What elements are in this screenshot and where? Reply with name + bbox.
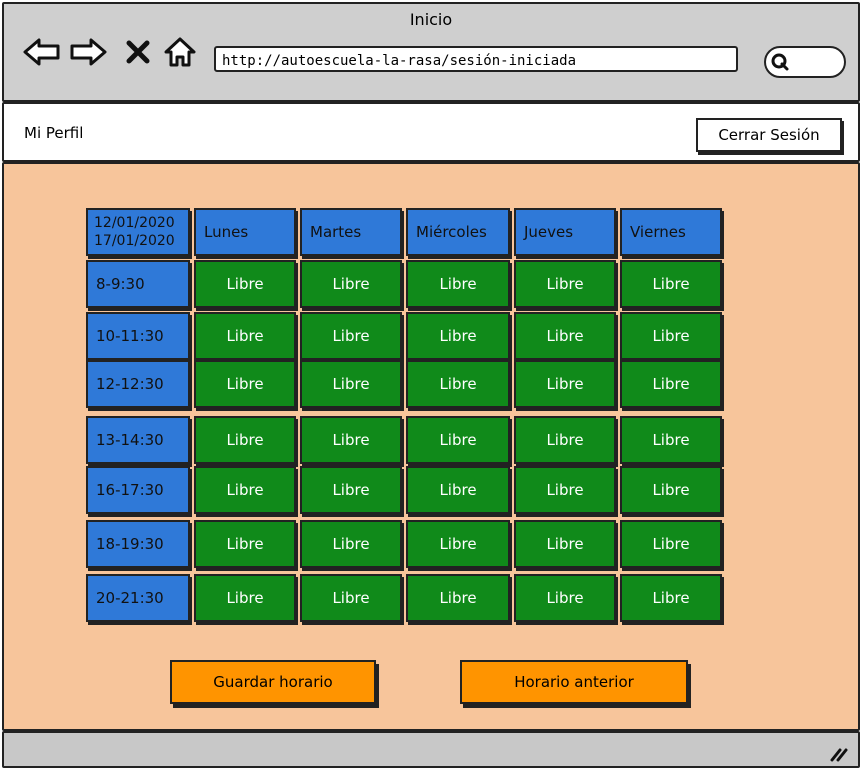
date-range-cell: 12/01/2020 17/01/2020 [86,208,190,256]
schedule-slot-cell[interactable]: Libre [514,520,616,568]
day-header: Jueves [514,208,616,256]
schedule-slot-cell[interactable]: Libre [406,260,510,308]
schedule-slot-cell[interactable]: Libre [514,312,616,360]
logout-button[interactable]: Cerrar Sesión [696,118,842,152]
schedule-area: 12/01/2020 17/01/2020 Lunes Martes Miércoles… [2,162,860,731]
back-arrow-icon[interactable] [22,32,62,72]
schedule-slot-cell[interactable]: Libre [300,260,402,308]
status-bar [2,731,860,768]
schedule-slot-cell[interactable]: Libre [406,574,510,622]
stop-icon[interactable] [118,32,158,72]
date-end: 17/01/2020 [94,233,175,249]
schedule-slot-cell[interactable]: Libre [620,260,722,308]
schedule-slot-cell[interactable]: Libre [194,416,296,464]
day-header: Miércoles [406,208,510,256]
date-start: 12/01/2020 [94,215,175,231]
schedule-slot-cell[interactable]: Libre [300,520,402,568]
time-slot-label: 16-17:30 [86,466,190,514]
schedule-slot-cell[interactable]: Libre [406,466,510,514]
schedule-slot-cell[interactable]: Libre [620,416,722,464]
day-header: Viernes [620,208,722,256]
schedule-slot-cell[interactable]: Libre [514,360,616,408]
window-title: Inicio [409,10,453,29]
schedule-slot-cell[interactable]: Libre [194,574,296,622]
schedule-slot-cell[interactable]: Libre [514,466,616,514]
search-icon [771,53,789,71]
schedule-slot-cell[interactable]: Libre [620,466,722,514]
profile-link[interactable]: Mi Perfil [24,124,83,142]
schedule-slot-cell[interactable]: Libre [406,416,510,464]
schedule-slot-cell[interactable]: Libre [194,312,296,360]
previous-schedule-button[interactable]: Horario anterior [460,660,688,704]
schedule-slot-cell[interactable]: Libre [620,312,722,360]
resize-grip-icon[interactable] [828,746,848,762]
schedule-slot-cell[interactable]: Libre [194,260,296,308]
time-slot-label: 13-14:30 [86,416,190,464]
schedule-slot-cell[interactable]: Libre [300,312,402,360]
day-header: Lunes [194,208,296,256]
schedule-slot-cell[interactable]: Libre [194,360,296,408]
day-header: Martes [300,208,402,256]
schedule-slot-cell[interactable]: Libre [514,416,616,464]
schedule-slot-cell[interactable]: Libre [514,260,616,308]
time-slot-label: 20-21:30 [86,574,190,622]
schedule-slot-cell[interactable]: Libre [300,466,402,514]
schedule-slot-cell[interactable]: Libre [514,574,616,622]
save-schedule-button[interactable]: Guardar horario [170,660,376,704]
time-slot-label: 10-11:30 [86,312,190,360]
schedule-slot-cell[interactable]: Libre [194,466,296,514]
time-slot-label: 12-12:30 [86,360,190,408]
schedule-slot-cell[interactable]: Libre [620,574,722,622]
time-slot-label: 8-9:30 [86,260,190,308]
home-icon[interactable] [160,32,200,72]
schedule-slot-cell[interactable]: Libre [406,360,510,408]
search-button[interactable] [764,46,846,78]
browser-toolbar: Inicio http://autoescuela-la-rasa/sesión… [2,2,860,102]
schedule-slot-cell[interactable]: Libre [194,520,296,568]
schedule-slot-cell[interactable]: Libre [300,360,402,408]
schedule-slot-cell[interactable]: Libre [406,520,510,568]
forward-arrow-icon[interactable] [68,32,108,72]
time-slot-label: 18-19:30 [86,520,190,568]
address-bar[interactable]: http://autoescuela-la-rasa/sesión-inicia… [214,46,738,72]
schedule-slot-cell[interactable]: Libre [406,312,510,360]
schedule-slot-cell[interactable]: Libre [300,416,402,464]
schedule-slot-cell[interactable]: Libre [620,360,722,408]
schedule-slot-cell[interactable]: Libre [620,520,722,568]
app-header: Mi Perfil Cerrar Sesión [2,102,860,162]
schedule-slot-cell[interactable]: Libre [300,574,402,622]
